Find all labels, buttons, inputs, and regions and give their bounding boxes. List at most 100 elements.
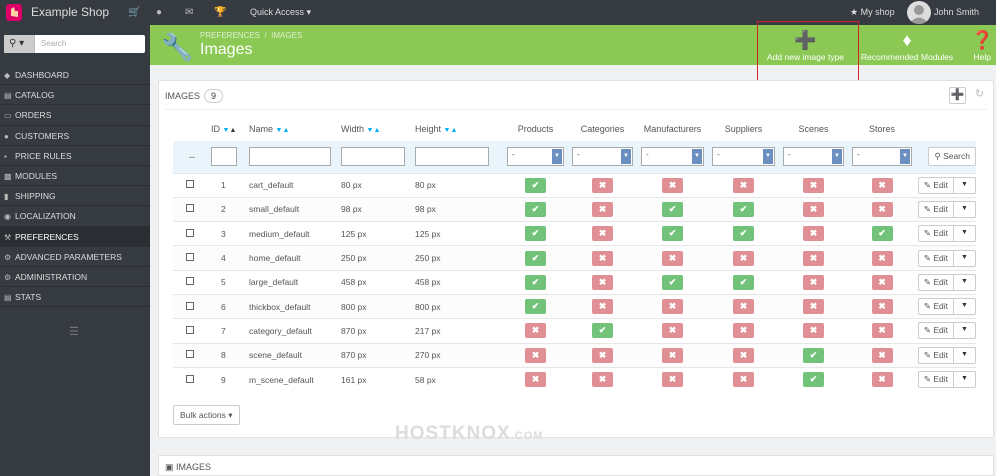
breadcrumb-parent[interactable]: PREFERENCES [200, 31, 260, 40]
filter-name-input[interactable] [249, 147, 331, 167]
check-icon[interactable]: ✔ [662, 201, 683, 217]
col-width[interactable]: Width ▼▲ [341, 117, 415, 141]
filter-stores-select[interactable]: - ▼ [852, 147, 912, 167]
check-icon[interactable]: ✔ [525, 201, 546, 217]
cross-icon[interactable]: ✖ [662, 323, 683, 339]
cross-icon[interactable]: ✖ [871, 299, 893, 315]
row-actions-caret[interactable]: ▼ [954, 298, 976, 316]
edit-button[interactable]: ✎ Edit [917, 298, 954, 316]
col-name[interactable]: Name ▼▲ [249, 117, 341, 141]
cross-icon[interactable]: ✖ [525, 323, 546, 339]
filter-scenes-select[interactable]: - ▼ [783, 147, 844, 167]
cross-icon[interactable]: ✖ [733, 347, 754, 363]
cross-icon[interactable]: ✖ [733, 177, 754, 193]
user-name[interactable]: John Smith [934, 7, 979, 17]
row-actions-caret[interactable]: ▼ [954, 176, 976, 194]
sort-icon[interactable]: ▼▲ [444, 127, 458, 134]
envelope-icon[interactable]: ✉ [185, 7, 193, 18]
collapse-menu-icon[interactable]: ☰ [69, 325, 79, 338]
row-checkbox[interactable] [186, 350, 194, 359]
cross-icon[interactable]: ✖ [733, 323, 754, 339]
cross-icon[interactable]: ✖ [733, 372, 754, 388]
row-actions-caret[interactable]: ▼ [954, 371, 976, 389]
sort-icon[interactable]: ▼▲ [276, 127, 290, 134]
col-height[interactable]: Height ▼▲ [415, 117, 503, 141]
cross-icon[interactable]: ✖ [803, 177, 824, 193]
sidebar-item-dashboard[interactable]: ◆ Dashboard [0, 65, 150, 86]
sort-icon[interactable]: ▼▲ [223, 127, 237, 134]
edit-button[interactable]: ✎ Edit [917, 225, 954, 243]
cross-icon[interactable]: ✖ [592, 274, 613, 290]
check-icon[interactable]: ✔ [525, 299, 546, 315]
trophy-icon[interactable]: 🏆 [214, 7, 226, 18]
quick-access-menu[interactable]: Quick Access ▾ [250, 7, 311, 18]
check-icon[interactable]: ✔ [803, 372, 824, 388]
cross-icon[interactable]: ✖ [592, 201, 613, 217]
cross-icon[interactable]: ✖ [803, 201, 824, 217]
filter-manufacturers-select[interactable]: - ▼ [641, 147, 704, 167]
refresh-icon[interactable]: ↻ [971, 87, 988, 104]
my-shop-link[interactable]: ★ My shop [850, 7, 895, 18]
cross-icon[interactable]: ✖ [803, 274, 824, 290]
sidebar-item-price-rules[interactable]: ▪ Price Rules [0, 146, 150, 166]
cross-icon[interactable]: ✖ [592, 299, 613, 315]
cross-icon[interactable]: ✖ [662, 177, 683, 193]
cross-icon[interactable]: ✖ [871, 274, 893, 290]
sidebar-item-orders[interactable]: ▭ Orders [0, 105, 150, 126]
sidebar-item-advanced-parameters[interactable]: ⚙ Advanced Parameters [0, 247, 150, 267]
row-checkbox[interactable] [186, 228, 194, 237]
check-icon[interactable]: ✔ [525, 274, 546, 290]
shop-logo-icon[interactable] [6, 4, 22, 21]
filter-id-input[interactable] [211, 147, 237, 167]
sidebar-item-shipping[interactable]: ▮ Shipping [0, 186, 150, 207]
help-button[interactable]: ❓ Help [971, 31, 993, 62]
cart-icon[interactable]: 🛒 [128, 7, 140, 18]
cross-icon[interactable]: ✖ [592, 372, 613, 388]
search-button[interactable]: ⚲ Search [928, 147, 976, 167]
row-checkbox[interactable] [186, 374, 194, 383]
row-actions-caret[interactable]: ▼ [954, 225, 976, 243]
customer-icon[interactable]: ● [156, 7, 162, 18]
row-checkbox[interactable] [186, 204, 194, 213]
check-icon[interactable]: ✔ [803, 347, 824, 363]
row-actions-caret[interactable]: ▼ [954, 249, 976, 267]
cross-icon[interactable]: ✖ [592, 347, 613, 363]
cross-icon[interactable]: ✖ [733, 299, 754, 315]
check-icon[interactable]: ✔ [871, 226, 893, 242]
edit-button[interactable]: ✎ Edit [917, 273, 954, 291]
cross-icon[interactable]: ✖ [662, 299, 683, 315]
row-checkbox[interactable] [186, 301, 194, 310]
row-actions-caret[interactable]: ▼ [954, 322, 976, 340]
filter-products-select[interactable]: - ▼ [507, 147, 564, 167]
check-icon[interactable]: ✔ [525, 177, 546, 193]
sidebar-item-administration[interactable]: ⚙ Administration [0, 267, 150, 288]
bulk-actions-button[interactable]: Bulk actions ▾ [173, 405, 240, 425]
filter-height-input[interactable] [415, 147, 489, 167]
filter-suppliers-select[interactable]: - ▼ [712, 147, 775, 167]
cross-icon[interactable]: ✖ [525, 372, 546, 388]
sidebar-item-stats[interactable]: ▤ Stats [0, 287, 150, 308]
check-icon[interactable]: ✔ [733, 274, 754, 290]
add-icon[interactable]: ➕ [949, 87, 966, 104]
cross-icon[interactable]: ✖ [803, 250, 824, 266]
edit-button[interactable]: ✎ Edit [917, 176, 954, 194]
avatar[interactable] [907, 1, 931, 24]
check-icon[interactable]: ✔ [525, 250, 546, 266]
row-checkbox[interactable] [186, 253, 194, 262]
cross-icon[interactable]: ✖ [592, 250, 613, 266]
sidebar-item-customers[interactable]: ● Customers [0, 126, 150, 146]
cross-icon[interactable]: ✖ [662, 372, 683, 388]
row-checkbox[interactable] [186, 325, 194, 334]
cross-icon[interactable]: ✖ [662, 250, 683, 266]
recommended-modules-button[interactable]: ♦ Recommended Modules [861, 31, 953, 62]
check-icon[interactable]: ✔ [733, 201, 754, 217]
cross-icon[interactable]: ✖ [525, 347, 546, 363]
shop-name[interactable]: Example Shop [31, 5, 109, 19]
row-actions-caret[interactable]: ▼ [954, 346, 976, 364]
row-actions-caret[interactable]: ▼ [954, 200, 976, 218]
search-scope-button[interactable]: ⚲ ▾ [4, 35, 35, 53]
cross-icon[interactable]: ✖ [662, 347, 683, 363]
edit-button[interactable]: ✎ Edit [917, 346, 954, 364]
sidebar-item-modules[interactable]: ▩ Modules [0, 166, 150, 187]
cross-icon[interactable]: ✖ [592, 226, 613, 242]
